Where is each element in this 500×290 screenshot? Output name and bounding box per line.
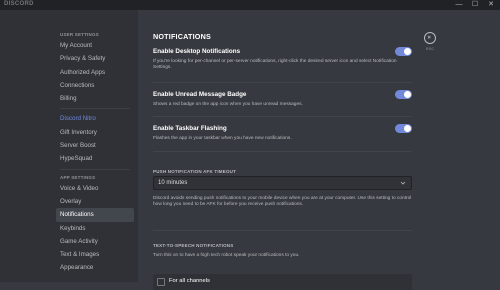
sidebar-item-hypesquad[interactable]: HypeSquad (56, 152, 134, 165)
app-settings-header: APP SETTINGS (60, 174, 96, 180)
sidebar-item-voice-video[interactable]: Voice & Video (56, 182, 134, 195)
section-divider (153, 116, 412, 117)
settings-content: NOTIFICATIONS Enable Desktop Notificatio… (138, 10, 500, 290)
sidebar-item-gift-inventory[interactable]: Gift Inventory (56, 126, 134, 139)
close-icon[interactable] (424, 32, 436, 44)
unread-badge-title: Enable Unread Message Badge (153, 91, 247, 98)
afk-timeout-description: Discord avoids sending push notification… (153, 196, 412, 208)
tts-description: Turn this on to have a high tech robot s… (153, 253, 300, 258)
esc-label: ESC (425, 46, 435, 51)
toggle-knob (404, 91, 411, 98)
sidebar-item-text-images[interactable]: Text & Images (56, 248, 134, 261)
tts-label: TEXT-TO-SPEECH NOTIFICATIONS (153, 243, 234, 248)
sidebar-item-my-account[interactable]: My Account (56, 39, 134, 52)
sidebar-divider (60, 168, 130, 170)
checkbox-icon[interactable] (157, 278, 165, 286)
sidebar-item-overlay[interactable]: Overlay (56, 195, 134, 208)
afk-timeout-select[interactable]: 10 minutes (153, 176, 412, 190)
sidebar-item-discord-nitro[interactable]: Discord Nitro (56, 112, 134, 125)
user-settings-header: USER SETTINGS (60, 32, 99, 37)
user-settings-group: USER SETTINGS My Account Privacy & Safet… (56, 30, 134, 275)
sidebar-item-privacy-safety[interactable]: Privacy & Safety (56, 52, 134, 65)
sidebar-item-billing[interactable]: Billing (56, 92, 134, 105)
toggle-knob (404, 125, 411, 132)
section-divider (153, 230, 412, 231)
desktop-notifications-toggle[interactable] (395, 47, 412, 56)
unread-badge-description: Shows a red badge on the app icon when y… (153, 102, 303, 107)
sidebar-item-authorized-apps[interactable]: Authorized Apps (56, 66, 134, 79)
sidebar-item-appearance[interactable]: Appearance (56, 261, 134, 274)
sidebar-item-connections[interactable]: Connections (56, 79, 134, 92)
taskbar-flashing-description: Flashes the app in your taskbar when you… (153, 136, 292, 141)
tts-all-channels-option[interactable]: For all channels (153, 274, 412, 290)
afk-timeout-value: 10 minutes (158, 180, 188, 186)
desktop-notifications-description: If you're looking for per-channel or per… (153, 59, 397, 71)
taskbar-flashing-toggle[interactable] (395, 124, 412, 133)
unread-badge-toggle[interactable] (395, 90, 412, 99)
page-title: NOTIFICATIONS (153, 32, 211, 41)
app-title: DISCORD (4, 1, 34, 7)
taskbar-flashing-title: Enable Taskbar Flashing (153, 125, 227, 132)
sidebar-item-game-activity[interactable]: Game Activity (56, 235, 134, 248)
desktop-notifications-title: Enable Desktop Notifications (153, 48, 241, 55)
sidebar-item-keybinds[interactable]: Keybinds (56, 222, 134, 235)
title-bar: DISCORD — ☐ ✕ (0, 0, 500, 10)
tts-all-channels-label: For all channels (169, 278, 210, 284)
sidebar-item-notifications[interactable]: Notifications (56, 208, 134, 222)
section-divider (153, 151, 412, 152)
close-window-button[interactable]: ✕ (484, 0, 498, 10)
sidebar-item-server-boost[interactable]: Server Boost (56, 139, 134, 152)
chevron-down-icon (400, 181, 406, 185)
section-divider (153, 82, 412, 83)
maximize-button[interactable]: ☐ (468, 0, 482, 10)
afk-timeout-label: PUSH NOTIFICATION AFK TIMEOUT (153, 169, 237, 174)
toggle-knob (404, 48, 411, 55)
minimize-button[interactable]: — (452, 0, 466, 10)
close-settings-button[interactable]: ESC (424, 32, 438, 51)
settings-sidebar: USER SETTINGS My Account Privacy & Safet… (0, 10, 138, 282)
sidebar-divider (60, 108, 130, 110)
